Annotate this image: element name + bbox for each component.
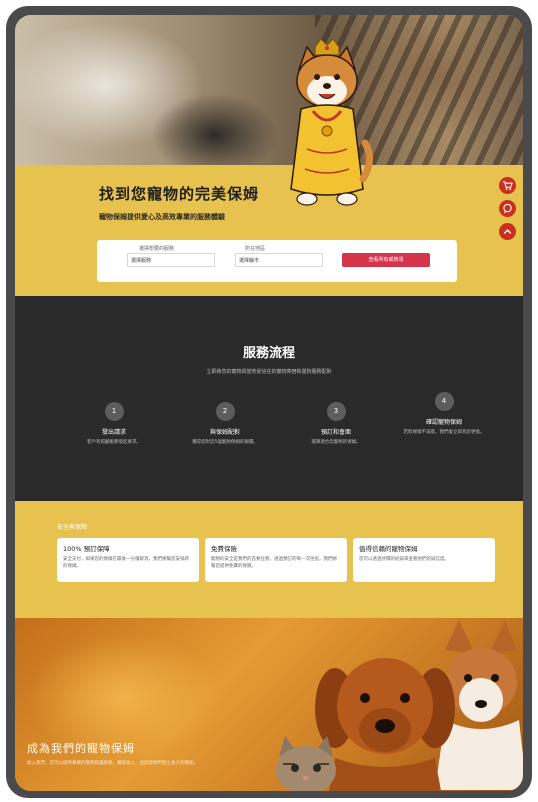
safety-title: 安全與保障 — [57, 524, 88, 531]
hero-photo-cats — [15, 15, 523, 165]
location-select[interactable]: 選擇縣市 — [235, 253, 323, 267]
join-section: 成為我們的寵物保姆 加入我們，您可以提供專業的寵物照護服務，賺取收入，並與寵物們… — [15, 618, 523, 791]
step-number: 2 — [215, 402, 235, 421]
shiba-mascot-illustration — [290, 39, 373, 206]
step-desc: 若對保姆不滿意，我們會立即為您更換。 — [403, 430, 485, 435]
process-step: 1 發出請求 客戶有照顧服務發起要求。 — [59, 402, 169, 446]
step-title: 與保姆配對 — [209, 429, 240, 436]
hero-title: 找到您寵物的完美保姆 — [99, 185, 260, 203]
process-step: 4 確認寵物保姆 若對保姆不滿意，我們會立即為您更換。 — [389, 392, 499, 436]
search-card: 選擇想要的服務 選擇服務 所在地區 選擇縣市 查看所有或搜尋 — [97, 240, 457, 282]
process-title: 服務流程 — [242, 346, 295, 361]
safety-section: 安全與保障 100% 預訂保障 安全支付，如果您的保姆在最後一分鐘取消，我們將幫… — [15, 501, 523, 618]
service-select[interactable]: 選擇服務 — [127, 253, 215, 267]
kitten-photo — [276, 736, 336, 791]
shopping-cart-icon[interactable] — [499, 177, 516, 194]
step-title: 預訂和會面 — [320, 429, 351, 436]
search-button[interactable]: 查看所有或搜尋 — [342, 253, 430, 267]
step-number: 1 — [104, 402, 124, 421]
step-desc: 獲得您附近5個寵物保姆的報價。 — [192, 440, 258, 445]
process-section: 服務流程 立即將您的寵物與當地受信任的寵物寄宿和遛狗服務配對 1 發出請求 客戶… — [15, 296, 523, 501]
step-desc: 客戶有照顧服務發起要求。 — [87, 440, 141, 445]
service-label: 選擇想要的服務 — [139, 246, 175, 252]
step-number: 4 — [434, 392, 454, 411]
step-number: 3 — [326, 402, 346, 421]
safety-card: 值得信賴的寵物保姆 您可以透過評價的紀錄來查看他們的誠信度。 — [353, 538, 495, 582]
safety-card-desc: 安全支付，如果您的保姆在最後一分鐘取消，我們將幫您安排新的保姆。 — [63, 557, 189, 569]
safety-card-title: 值得信賴的寵物保姆 — [359, 545, 418, 553]
join-title: 成為我們的寵物保姆 — [27, 742, 135, 755]
process-subtitle: 立即將您的寵物與當地受信任的寵物寄宿和遛狗服務配對 — [206, 369, 332, 375]
side-floating-actions — [499, 177, 521, 246]
chat-bubble-icon[interactable] — [499, 200, 516, 217]
safety-card-title: 免費保險 — [211, 545, 237, 553]
step-title: 確認寵物保姆 — [425, 419, 462, 426]
safety-card-desc: 您可以透過評價的紀錄來查看他們的誠信度。 — [359, 557, 449, 562]
safety-card: 免費保險 寵物的安全是我們的首要任務，透過預訂的每一次住宿，我們將幫您提供免費的… — [205, 538, 347, 582]
process-step: 2 與保姆配對 獲得您附近5個寵物保姆的報價。 — [170, 402, 280, 446]
safety-card: 100% 預訂保障 安全支付，如果您的保姆在最後一分鐘取消，我們將幫您安排新的保… — [57, 538, 199, 582]
safety-card-desc: 寵物的安全是我們的首要任務，透過預訂的每一次住宿，我們將幫您提供免費的保險。 — [211, 557, 337, 569]
step-desc: 選擇適合您寵物的保姆。 — [311, 440, 361, 445]
chevron-up-icon[interactable] — [499, 223, 516, 240]
page-viewport[interactable]: 找到您寵物的完美保姆 寵物保姆提供愛心及高效專業的服務體驗 選擇想要的服務 選擇… — [15, 15, 523, 791]
safety-card-title: 100% 預訂保障 — [63, 545, 110, 553]
join-desc: 加入我們，您可以提供專業的寵物照護服務，賺取收入，並與寵物們建立長久的關係。 — [27, 761, 198, 766]
process-step: 3 預訂和會面 選擇適合您寵物的保姆。 — [281, 402, 391, 446]
location-label: 所在地區 — [245, 246, 266, 252]
device-frame: 找到您寵物的完美保姆 寵物保姆提供愛心及高效專業的服務體驗 選擇想要的服務 選擇… — [6, 6, 532, 798]
hero-subtitle: 寵物保姆提供愛心及高效專業的服務體驗 — [99, 213, 225, 221]
step-title: 發出請求 — [101, 429, 126, 436]
